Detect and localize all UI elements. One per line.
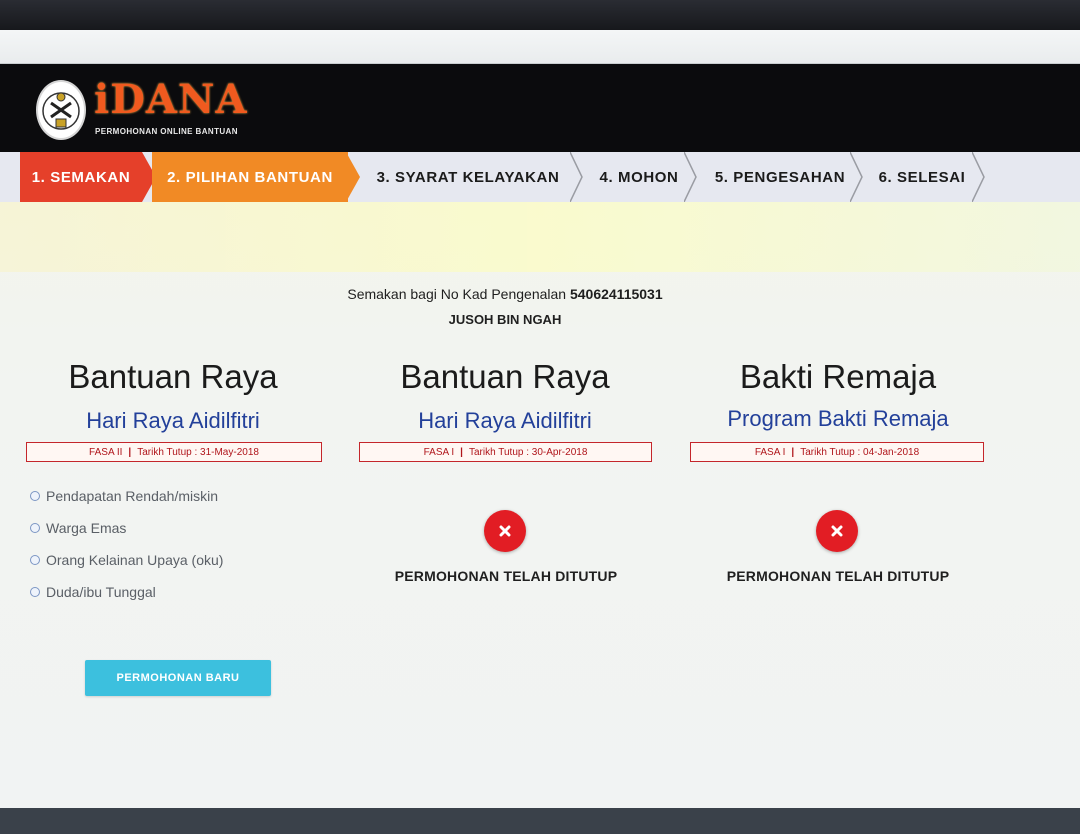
phase-separator: | [791, 446, 795, 458]
step-semakan[interactable]: 1. SEMAKAN [20, 152, 142, 202]
step-chevron-icon [570, 152, 583, 202]
program-subtitle: Hari Raya Aidilfitri [418, 408, 592, 433]
state-emblem-icon [36, 80, 86, 140]
program-title: Bantuan Raya [68, 358, 278, 395]
phase-badge: FASA II | Tarikh Tutup : 31-May-2018 [26, 442, 322, 462]
option-warga-emas[interactable]: Warga Emas [30, 520, 126, 536]
logo-subtitle: PERMOHONAN ONLINE BANTUAN [95, 127, 238, 136]
phase-label: FASA I [754, 446, 786, 458]
option-duda-ibu-tunggal[interactable]: Duda/ibu Tunggal [30, 584, 156, 600]
option-label: Warga Emas [46, 520, 127, 536]
option-oku[interactable]: Orang Kelainan Upaya (oku) [30, 552, 223, 568]
monitor-bezel [0, 0, 1080, 30]
phase-separator: | [460, 446, 463, 458]
ic-number: 540624115031 [569, 286, 663, 302]
step-mohon[interactable]: 4. MOHON [588, 152, 690, 202]
option-label: Duda/ibu Tunggal [46, 584, 156, 600]
radio-unchecked-icon[interactable] [30, 523, 40, 533]
applicant-name: JUSOH BIN NGAH [448, 312, 562, 327]
phase-badge: FASA I | Tarikh Tutup : 04-Jan-2018 [690, 442, 984, 462]
step-chevron-icon [684, 152, 697, 202]
closing-date: Tarikh Tutup : 30-Apr-2018 [468, 446, 588, 458]
new-application-button[interactable]: PERMOHONAN BARU [85, 660, 271, 696]
radio-unchecked-icon[interactable] [30, 491, 40, 501]
step-pengesahan[interactable]: 5. PENGESAHAN [700, 152, 860, 202]
close-icon [484, 510, 526, 552]
close-icon [816, 510, 858, 552]
ic-check-prefix: Semakan bagi No Kad Pengenalan [347, 286, 567, 302]
program-title: Bakti Remaja [739, 358, 937, 395]
radio-unchecked-icon[interactable] [30, 587, 40, 597]
step-chevron-icon [850, 152, 863, 202]
site-header: iDANA [0, 64, 1080, 152]
ic-check-line: Semakan bagi No Kad Pengenalan 540624115… [0, 286, 1010, 302]
site-footer [0, 808, 1080, 834]
browser-strip [0, 30, 1080, 64]
program-subtitle: Program Bakti Remaja [727, 406, 949, 431]
step-selesai[interactable]: 6. SELESAI [866, 152, 978, 202]
application-closed-status: PERMOHONAN TELAH DITUTUP [394, 568, 618, 584]
step-chevron-icon [972, 152, 985, 202]
closing-date: Tarikh Tutup : 04-Jan-2018 [800, 446, 920, 458]
radio-unchecked-icon[interactable] [30, 555, 40, 565]
phase-badge: FASA I | Tarikh Tutup : 30-Apr-2018 [359, 442, 652, 462]
phase-label: FASA I [423, 446, 455, 458]
program-subtitle: Hari Raya Aidilfitri [86, 408, 260, 433]
option-pendapatan-rendah[interactable]: Pendapatan Rendah/miskin [30, 488, 218, 504]
closing-date: Tarikh Tutup : 31-May-2018 [137, 446, 259, 458]
phase-separator: | [128, 446, 132, 458]
step-syarat-kelayakan[interactable]: 3. SYARAT KELAYAKAN [362, 152, 574, 202]
option-label: Orang Kelainan Upaya (oku) [46, 552, 224, 568]
application-closed-status: PERMOHONAN TELAH DITUTUP [726, 568, 950, 584]
step-pilihan-bantuan[interactable]: 2. PILIHAN BANTUAN [152, 152, 348, 202]
option-label: Pendapatan Rendah/miskin [46, 488, 219, 504]
program-title: Bantuan Raya [400, 358, 610, 395]
phase-label: FASA II [89, 446, 123, 458]
step-progress-bar: 1. SEMAKAN 2. PILIHAN BANTUAN 3. SYARAT … [0, 152, 1080, 202]
logo-wordmark: iDANA [94, 76, 248, 123]
step-chevron-icon [346, 152, 360, 202]
